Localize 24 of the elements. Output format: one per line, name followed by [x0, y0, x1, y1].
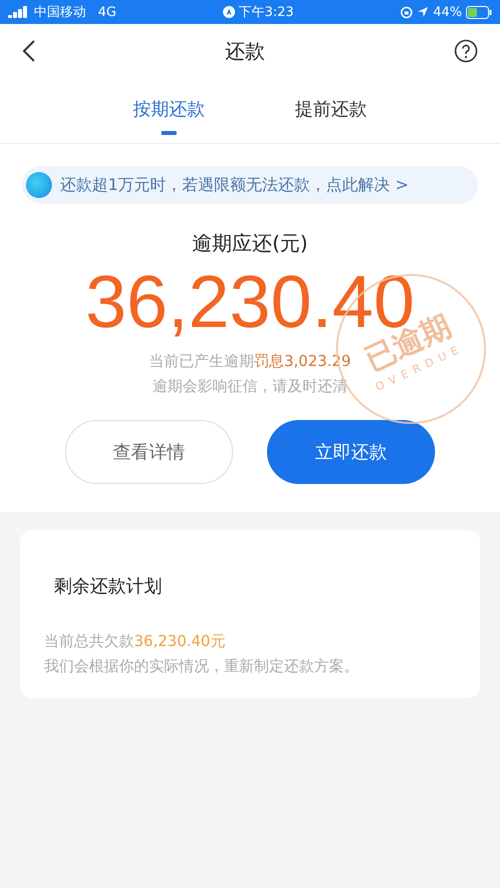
- network-type: 4G: [98, 4, 116, 20]
- navigation-icon: [222, 6, 235, 18]
- page-title: 还款: [225, 38, 265, 64]
- rotation-lock-icon: [400, 6, 414, 18]
- warning-text: 逾期会影响征信，请及时还清: [152, 377, 348, 396]
- plan-note: 我们会根据你的实际情况，重新制定还款方案。: [44, 657, 360, 676]
- details-button[interactable]: 查看详情: [65, 420, 233, 484]
- plan-title: 剩余还款计划: [53, 575, 163, 598]
- tab[interactable]: 提前还款: [295, 86, 367, 134]
- battery-icon: [466, 6, 492, 18]
- total-debt-text: 当前总共欠款36,230.40元: [44, 632, 226, 652]
- tab[interactable]: 按期还款: [133, 86, 205, 134]
- repay-button[interactable]: 立即还款: [267, 420, 435, 484]
- carrier-name: 中国移动: [34, 4, 86, 21]
- location-icon: [417, 6, 430, 18]
- limit-notice[interactable]: 还款超1万元时，若遇限额无法还款，点此解决 >: [22, 166, 478, 204]
- battery-percent: 44%: [433, 4, 462, 20]
- notice-icon: [26, 172, 52, 198]
- penalty-text: 当前已产生逾期罚息3,023.29: [149, 352, 351, 372]
- signal-icon: [8, 6, 30, 18]
- clock-time: 下午3:23: [238, 4, 294, 21]
- help-button[interactable]: [454, 39, 478, 63]
- back-button[interactable]: [22, 39, 36, 63]
- amount-label: 逾期应还(元): [192, 230, 308, 257]
